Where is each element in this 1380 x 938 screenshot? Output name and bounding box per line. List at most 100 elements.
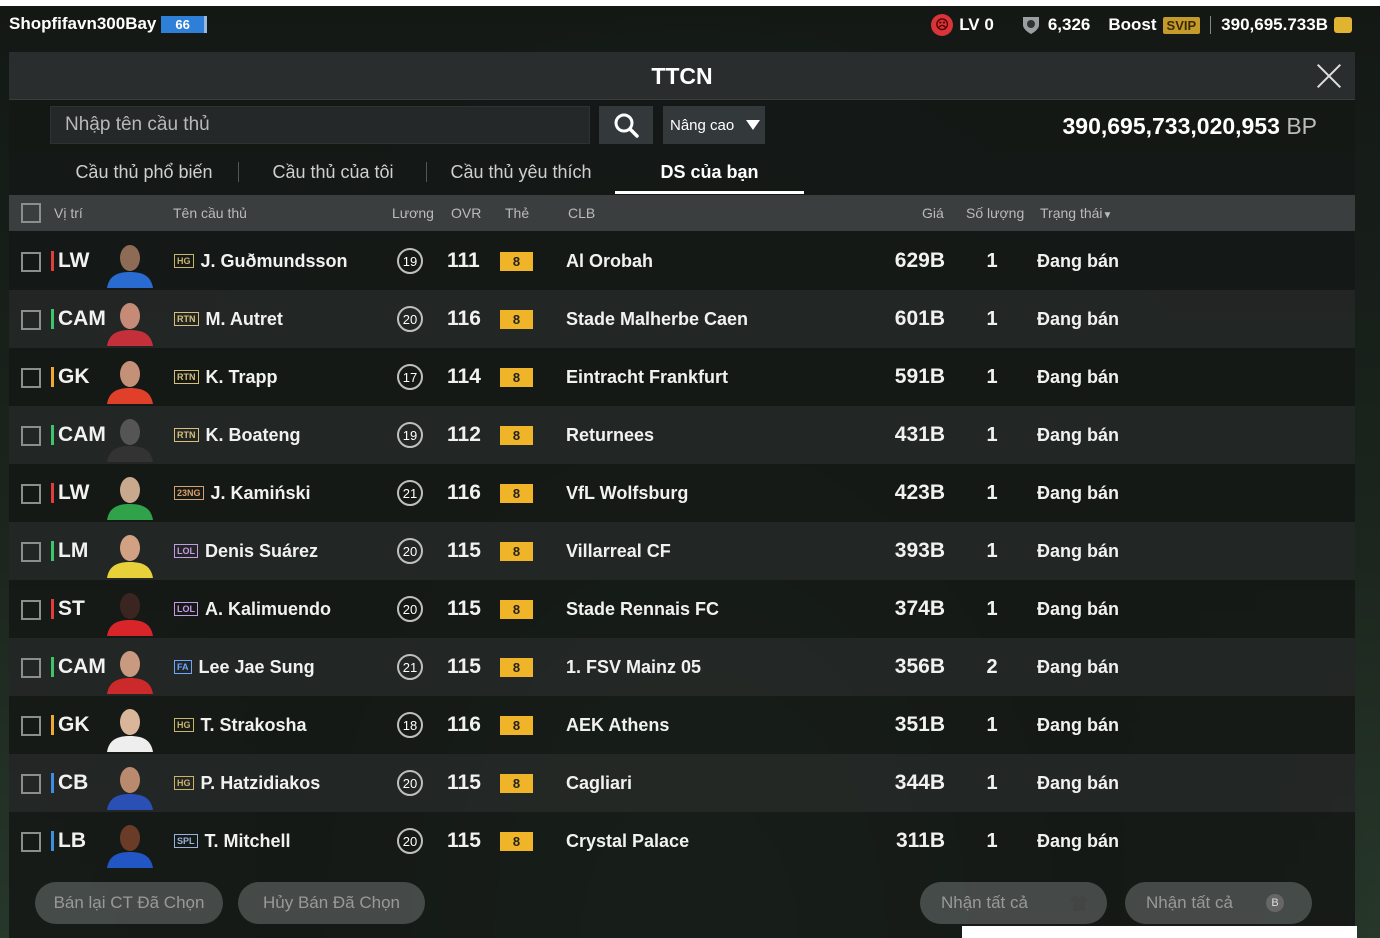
status-text: Đang bán bbox=[1037, 540, 1120, 561]
close-icon[interactable] bbox=[1313, 60, 1345, 92]
table-row[interactable]: CAM RTN K. Boateng 19 112 8 Returnees 43… bbox=[9, 406, 1355, 464]
row-checkbox[interactable] bbox=[21, 310, 41, 330]
col-quantity[interactable]: Số lượng bbox=[966, 205, 1024, 221]
advanced-filter-dropdown[interactable]: Nâng cao bbox=[663, 106, 765, 144]
title-bar: TTCN bbox=[9, 52, 1355, 100]
club-name: 1. FSV Mainz 05 bbox=[566, 656, 702, 677]
coin-icon bbox=[1334, 17, 1352, 33]
status-text: Đang bán bbox=[1037, 482, 1120, 503]
row-checkbox[interactable] bbox=[21, 832, 41, 852]
table-row[interactable]: GK RTN K. Trapp 17 114 8 Eintracht Frank… bbox=[9, 348, 1355, 406]
season-badge: LOL bbox=[174, 602, 198, 616]
card-level-badge: 8 bbox=[500, 542, 533, 561]
row-checkbox[interactable] bbox=[21, 484, 41, 504]
player-face-icon bbox=[107, 535, 153, 578]
club-name: Eintracht Frankfurt bbox=[566, 366, 729, 387]
player-name-cell[interactable]: FA Lee Jae Sung bbox=[174, 638, 315, 696]
col-name[interactable]: Tên cầu thủ bbox=[173, 205, 247, 221]
divider bbox=[1210, 16, 1212, 34]
tab-popular[interactable]: Cầu thủ phổ biến bbox=[49, 152, 239, 194]
player-face-icon bbox=[107, 477, 153, 520]
player-name-cell[interactable]: 23NG J. Kamiński bbox=[174, 464, 311, 522]
player-name-cell[interactable]: HG T. Strakosha bbox=[174, 696, 307, 754]
bp-unit: BP bbox=[1286, 113, 1317, 139]
tab-favorites[interactable]: Cầu thủ yêu thích bbox=[427, 152, 615, 194]
table-row[interactable]: LW HG J. Guðmundsson 19 111 8 Al Orobah … bbox=[9, 232, 1355, 290]
position-color-bar bbox=[51, 251, 54, 271]
club-name: Al Orobah bbox=[566, 250, 654, 271]
coin-balance: 390,695.733B bbox=[1221, 15, 1328, 34]
player-name-cell[interactable]: RTN K. Boateng bbox=[174, 406, 301, 464]
card-level-badge: 8 bbox=[500, 658, 533, 677]
tab-my-players[interactable]: Cầu thủ của tôi bbox=[239, 152, 427, 194]
card-level-badge: 8 bbox=[500, 716, 533, 735]
row-checkbox[interactable] bbox=[21, 368, 41, 388]
player-name-cell[interactable]: RTN K. Trapp bbox=[174, 348, 278, 406]
player-name-cell[interactable]: SPL T. Mitchell bbox=[174, 812, 291, 870]
position-color-bar bbox=[51, 309, 54, 329]
player-search-input[interactable] bbox=[50, 106, 590, 144]
season-badge: HG bbox=[174, 776, 194, 790]
bp-value: 390,695,733,020,953 bbox=[1062, 113, 1280, 139]
player-name-cell[interactable]: HG J. Guðmundsson bbox=[174, 232, 348, 290]
card-level-badge: 8 bbox=[500, 368, 533, 387]
col-card[interactable]: Thẻ bbox=[505, 205, 529, 221]
position-color-bar bbox=[51, 657, 54, 677]
table-row[interactable]: CAM FA Lee Jae Sung 21 115 8 1. FSV Main… bbox=[9, 638, 1355, 696]
position-color-bar bbox=[51, 773, 54, 793]
player-name-cell[interactable]: HG P. Hatzidiakos bbox=[174, 754, 320, 812]
player-name: T. Strakosha bbox=[200, 714, 307, 735]
table-row[interactable]: LM LOL Denis Suárez 20 115 8 Villarreal … bbox=[9, 522, 1355, 580]
claim-all-button-2[interactable]: Nhận tất cả B bbox=[1125, 882, 1312, 924]
row-checkbox[interactable] bbox=[21, 774, 41, 794]
transfer-market-panel: TTCN Nâng cao 390,695,733,020,953 BP Cầu… bbox=[9, 52, 1355, 938]
position-cell: CAM bbox=[51, 290, 106, 348]
search-icon bbox=[614, 113, 639, 138]
col-club[interactable]: CLB bbox=[568, 205, 595, 221]
player-name-cell[interactable]: LOL A. Kalimuendo bbox=[174, 580, 331, 638]
bp-balance: 390,695,733,020,953 BP bbox=[1062, 113, 1317, 140]
row-checkbox[interactable] bbox=[21, 252, 41, 272]
row-checkbox[interactable] bbox=[21, 716, 41, 736]
col-status[interactable]: Trạng thái▼ bbox=[1040, 205, 1112, 221]
select-all-checkbox[interactable] bbox=[21, 203, 41, 223]
card-level-badge: 8 bbox=[500, 600, 533, 619]
position-label: GK bbox=[58, 365, 90, 388]
col-salary[interactable]: Lương bbox=[392, 205, 434, 221]
table-row[interactable]: CB HG P. Hatzidiakos 20 115 8 Cagliari 3… bbox=[9, 754, 1355, 812]
search-button[interactable] bbox=[599, 106, 653, 144]
col-price[interactable]: Giá bbox=[922, 205, 944, 221]
table-row[interactable]: CAM RTN M. Autret 20 116 8 Stade Malherb… bbox=[9, 290, 1355, 348]
club-name: Stade Malherbe Caen bbox=[566, 308, 749, 329]
table-row[interactable]: GK HG T. Strakosha 18 116 8 AEK Athens 3… bbox=[9, 696, 1355, 754]
boost-label[interactable]: Boost bbox=[1108, 15, 1156, 35]
col-ovr[interactable]: OVR bbox=[451, 205, 481, 221]
user-info[interactable]: Shopfifavn300Bay 66 bbox=[9, 14, 207, 34]
player-name-cell[interactable]: RTN M. Autret bbox=[174, 290, 283, 348]
col-position[interactable]: Vị trí bbox=[54, 205, 83, 221]
card-level-badge: 8 bbox=[500, 484, 533, 503]
table-row[interactable]: LB SPL T. Mitchell 20 115 8 Crystal Pala… bbox=[9, 812, 1355, 870]
season-badge: SPL bbox=[174, 834, 198, 848]
player-name-cell[interactable]: LOL Denis Suárez bbox=[174, 522, 318, 580]
claim-all-button-1[interactable]: Nhận tất cả bbox=[920, 882, 1107, 924]
row-checkbox[interactable] bbox=[21, 426, 41, 446]
status-text: Đang bán bbox=[1037, 424, 1120, 445]
player-name: J. Kamiński bbox=[210, 482, 311, 503]
quantity-value: 1 bbox=[986, 539, 998, 562]
table-row[interactable]: LW 23NG J. Kamiński 21 116 8 VfL Wolfsbu… bbox=[9, 464, 1355, 522]
table-row[interactable]: ST LOL A. Kalimuendo 20 115 8 Stade Renn… bbox=[9, 580, 1355, 638]
svip-badge: SVIP bbox=[1162, 16, 1201, 34]
tab-my-listings[interactable]: DS của bạn bbox=[615, 152, 804, 194]
position-label: GK bbox=[58, 713, 90, 736]
row-checkbox[interactable] bbox=[21, 600, 41, 620]
quantity-value: 1 bbox=[986, 423, 998, 446]
row-checkbox[interactable] bbox=[21, 542, 41, 562]
player-face-icon bbox=[107, 245, 153, 288]
row-checkbox[interactable] bbox=[21, 658, 41, 678]
resell-selected-button[interactable]: Bán lại CT Đã Chọn bbox=[35, 882, 223, 924]
cancel-selected-button[interactable]: Hủy Bán Đã Chọn bbox=[238, 882, 425, 924]
sort-down-icon: ▼ bbox=[1102, 210, 1113, 221]
price-value: 393B bbox=[894, 539, 945, 562]
status-text: Đang bán bbox=[1037, 366, 1120, 387]
